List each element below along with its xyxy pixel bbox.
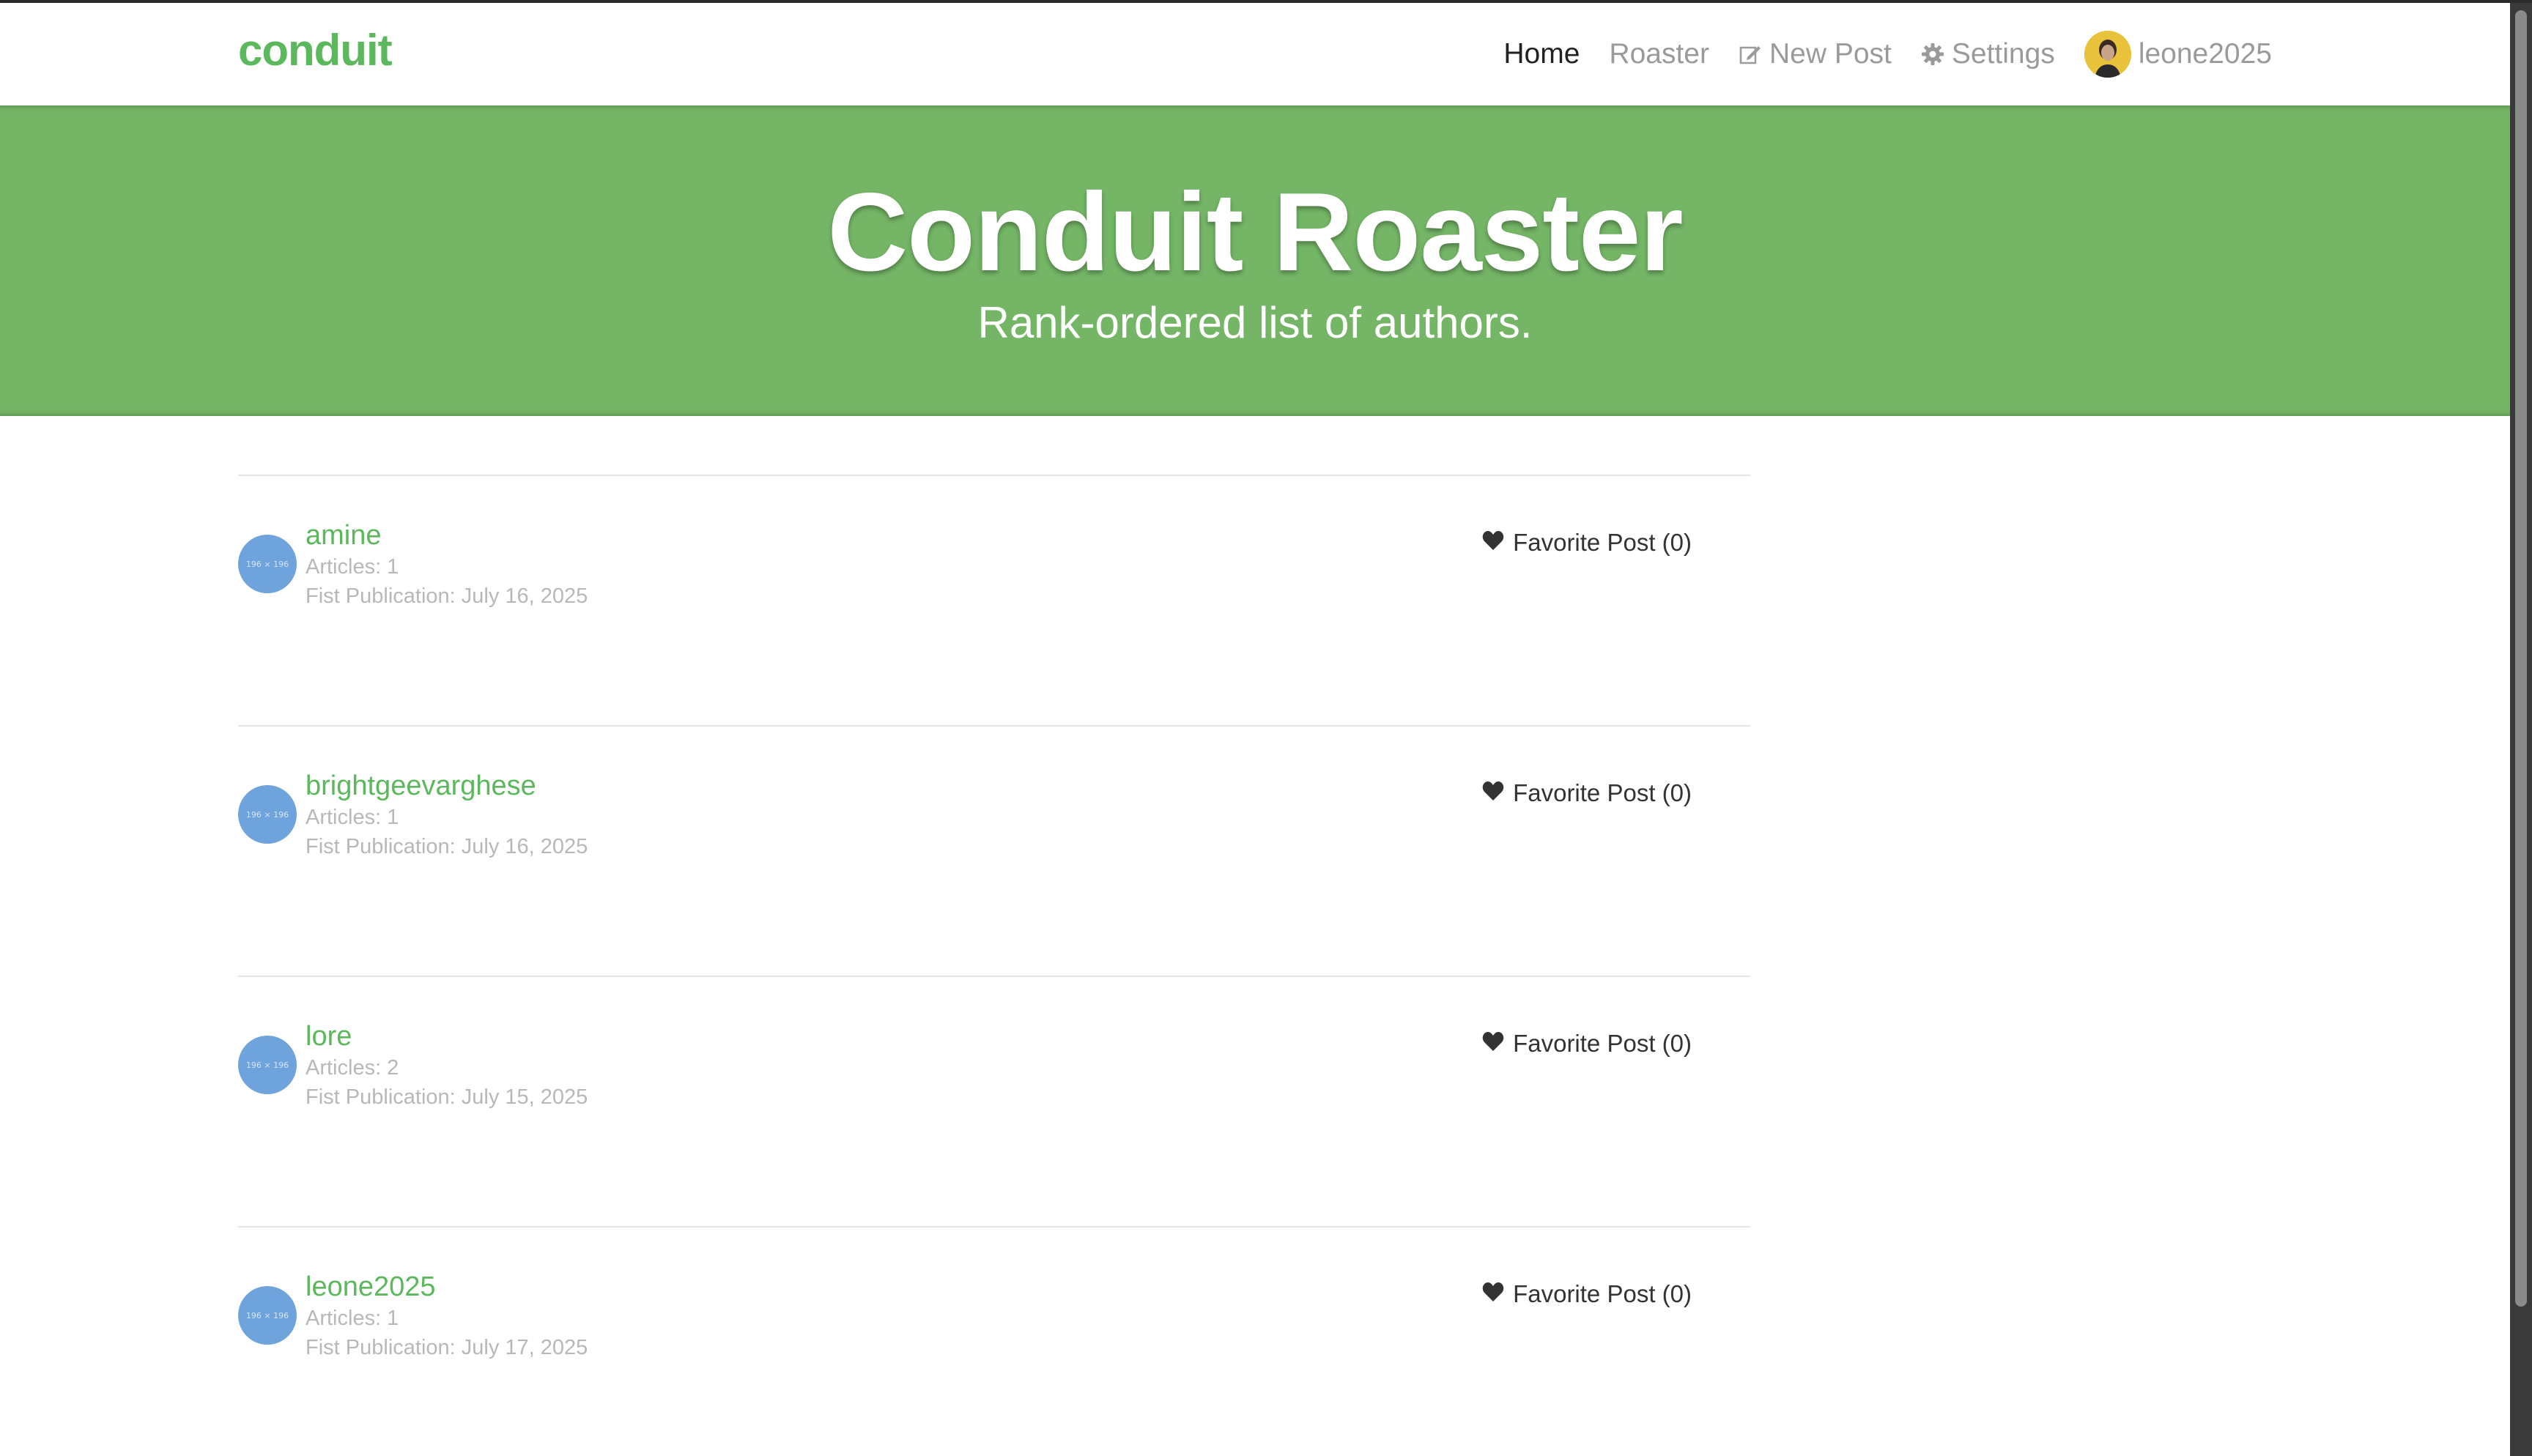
nav-user-profile[interactable]: leone2025 <box>2084 31 2272 78</box>
favorite-post-button[interactable]: Favorite Post (0) <box>1482 1030 1692 1058</box>
page-title: Conduit Roaster <box>827 170 1683 294</box>
author-articles-count: Articles: 1 <box>306 555 399 579</box>
favorite-post-button[interactable]: Favorite Post (0) <box>1482 529 1692 557</box>
favorite-post-label: Favorite Post (0) <box>1513 529 1692 556</box>
nav-home[interactable]: Home <box>1503 38 1580 70</box>
author-first-publication: Fist Publication: July 16, 2025 <box>306 584 588 608</box>
nav-home-label: Home <box>1503 38 1580 70</box>
user-avatar <box>2084 31 2131 78</box>
favorite-post-label: Favorite Post (0) <box>1513 779 1692 806</box>
nav-roaster-label: Roaster <box>1609 38 1709 70</box>
navbar: conduit Home Roaster New Post Settings l… <box>0 3 2510 105</box>
nav-new-post-label: New Post <box>1769 38 1892 70</box>
favorite-post-label: Favorite Post (0) <box>1513 1280 1692 1307</box>
edit-icon <box>1739 42 1762 66</box>
brand-logo[interactable]: conduit <box>238 25 393 75</box>
author-row: 196 × 196 amine Articles: 1 Fist Publica… <box>238 475 1750 725</box>
nav-links: Home Roaster New Post Settings leone2025 <box>1503 3 2272 105</box>
nav-settings-label: Settings <box>1951 38 2055 70</box>
author-avatar[interactable]: 196 × 196 <box>238 1286 297 1345</box>
author-first-publication: Fist Publication: July 16, 2025 <box>306 835 588 858</box>
author-list: 196 × 196 amine Articles: 1 Fist Publica… <box>238 475 1750 1456</box>
author-name-link[interactable]: brightgeevarghese <box>306 770 536 802</box>
heart-icon <box>1482 779 1504 807</box>
scrollbar-thumb[interactable] <box>2515 10 2527 1307</box>
hero-banner: Conduit Roaster Rank-ordered list of aut… <box>0 105 2510 416</box>
nav-roaster[interactable]: Roaster <box>1609 38 1709 70</box>
heart-icon <box>1482 529 1504 557</box>
author-first-publication: Fist Publication: July 17, 2025 <box>306 1336 588 1359</box>
favorite-post-button[interactable]: Favorite Post (0) <box>1482 1280 1692 1308</box>
author-articles-count: Articles: 1 <box>306 1307 399 1330</box>
page-subtitle: Rank-ordered list of authors. <box>977 298 1533 347</box>
nav-new-post[interactable]: New Post <box>1739 38 1892 70</box>
author-row: 196 × 196 brightgeevarghese Articles: 1 … <box>238 725 1750 976</box>
gear-icon <box>1921 42 1944 66</box>
heart-icon <box>1482 1030 1504 1058</box>
nav-user-label: leone2025 <box>2138 38 2272 70</box>
vertical-scrollbar[interactable] <box>2510 3 2532 1456</box>
author-name-link[interactable]: amine <box>306 520 382 551</box>
author-avatar[interactable]: 196 × 196 <box>238 1036 297 1094</box>
author-articles-count: Articles: 2 <box>306 1056 399 1080</box>
author-articles-count: Articles: 1 <box>306 806 399 829</box>
author-avatar[interactable]: 196 × 196 <box>238 535 297 593</box>
author-avatar[interactable]: 196 × 196 <box>238 785 297 844</box>
page: conduit Home Roaster New Post Settings l… <box>0 0 2532 1456</box>
heart-icon <box>1482 1280 1504 1308</box>
nav-settings[interactable]: Settings <box>1921 38 2055 70</box>
author-first-publication: Fist Publication: July 15, 2025 <box>306 1085 588 1109</box>
favorite-post-button[interactable]: Favorite Post (0) <box>1482 779 1692 807</box>
author-row: 196 × 196 lore Articles: 2 Fist Publicat… <box>238 976 1750 1226</box>
author-name-link[interactable]: leone2025 <box>306 1271 436 1303</box>
author-name-link[interactable]: lore <box>306 1021 352 1052</box>
author-row: 196 × 196 leone2025 Articles: 1 Fist Pub… <box>238 1226 1750 1456</box>
favorite-post-label: Favorite Post (0) <box>1513 1030 1692 1057</box>
